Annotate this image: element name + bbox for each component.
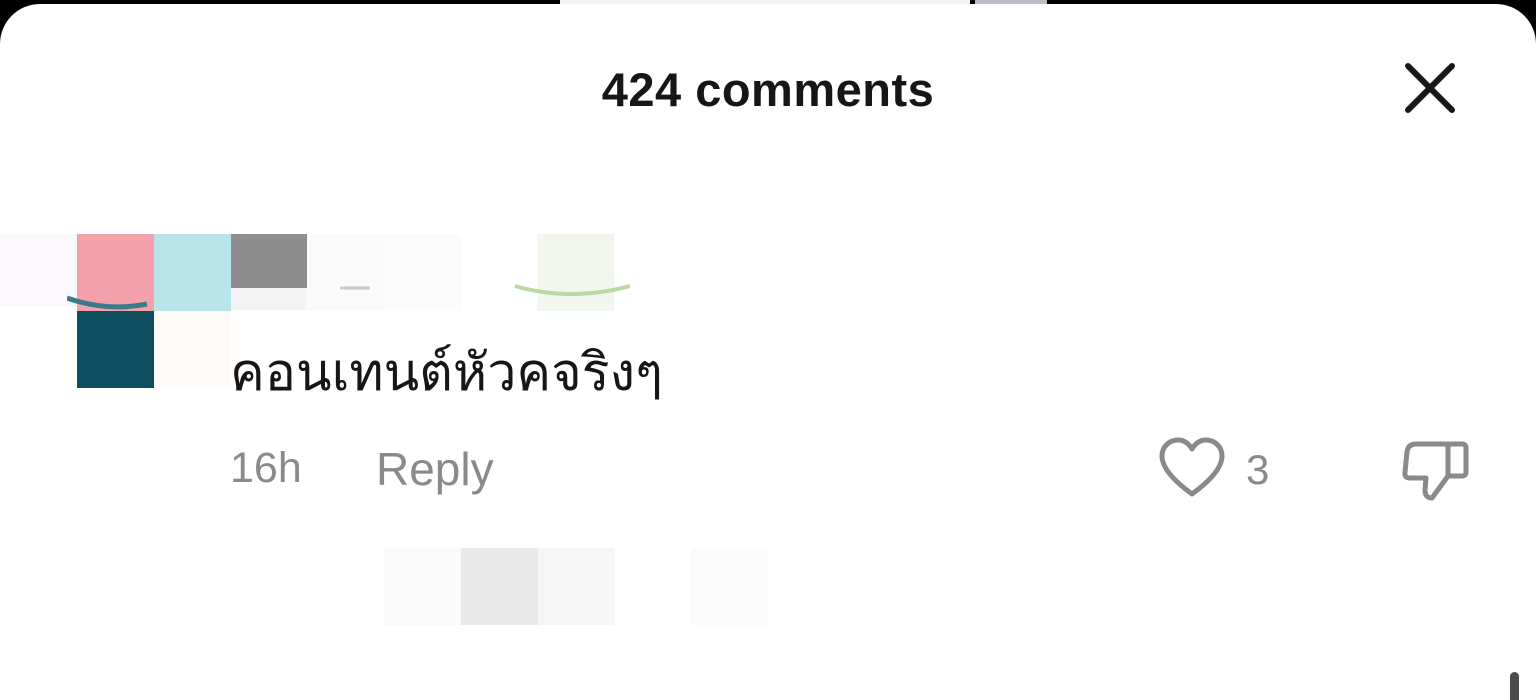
heart-outline-icon (1159, 437, 1225, 497)
like-button[interactable] (1156, 434, 1228, 502)
like-count: 3 (1246, 446, 1270, 493)
comment-text: คอนเทนต์หัวคจริงๆ (230, 343, 663, 403)
avatar[interactable] (67, 230, 231, 388)
thumbs-down-outline-icon (1402, 441, 1469, 501)
close-button[interactable] (1398, 56, 1462, 120)
redacted-content (384, 548, 768, 625)
comments-count-title: 424 comments (601, 63, 935, 116)
scrollbar[interactable] (1510, 672, 1519, 700)
comment-timestamp: 16h (230, 444, 302, 492)
close-icon (1405, 63, 1455, 113)
dislike-button[interactable] (1398, 432, 1474, 508)
screen: 424 comments คอนเทนต์หัวคจริงๆ 16h Reply… (0, 0, 1536, 700)
comments-header: 424 comments (0, 4, 1536, 174)
reply-button[interactable]: Reply (376, 442, 494, 496)
